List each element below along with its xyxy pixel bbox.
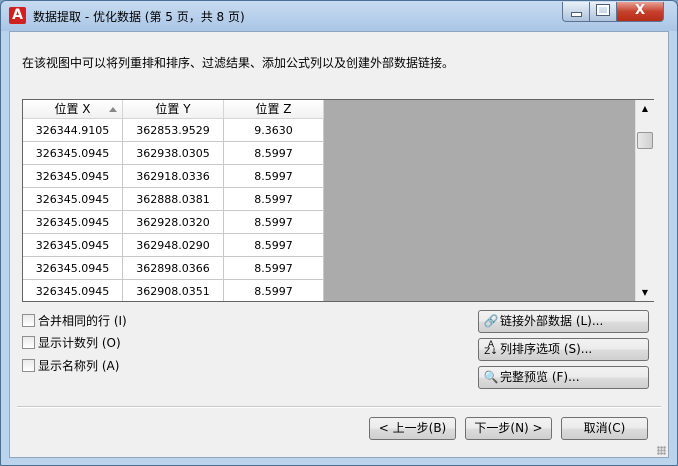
cell-x[interactable]: 326345.0945 bbox=[23, 142, 123, 165]
back-button[interactable]: < 上一步(B) bbox=[369, 417, 456, 440]
cell-x[interactable]: 326344.9105 bbox=[23, 119, 123, 142]
scroll-thumb[interactable] bbox=[637, 132, 653, 149]
column-header-y[interactable]: 位置 Y bbox=[123, 100, 224, 119]
page-description: 在该视图中可以将列重排和排序、过滤结果、添加公式列以及创建外部数据链接。 bbox=[22, 56, 455, 70]
dialog-body: 在该视图中可以将列重排和排序、过滤结果、添加公式列以及创建外部数据链接。 位置 … bbox=[9, 31, 669, 458]
maximize-button[interactable] bbox=[589, 2, 617, 22]
cell-x[interactable]: 326345.0945 bbox=[23, 257, 123, 280]
checkbox-box[interactable] bbox=[22, 336, 35, 349]
vertical-scrollbar[interactable]: ▲ ▼ bbox=[635, 100, 654, 301]
resize-grip-icon[interactable] bbox=[657, 446, 666, 455]
link-icon: 🔗 bbox=[483, 314, 499, 328]
cell-z[interactable]: 8.5997 bbox=[224, 257, 324, 280]
cell-y[interactable]: 362853.9529 bbox=[123, 119, 224, 142]
cell-x[interactable]: 326345.0945 bbox=[23, 211, 123, 234]
maximize-icon bbox=[596, 4, 610, 16]
scroll-up-icon[interactable]: ▲ bbox=[636, 100, 654, 117]
button-label: 列排序选项 (S)... bbox=[500, 342, 593, 356]
cell-z[interactable]: 8.5997 bbox=[224, 142, 324, 165]
column-header-label: 位置 Z bbox=[255, 102, 292, 116]
checkbox-label: 显示计数列 (O) bbox=[38, 336, 121, 350]
cell-y[interactable]: 362898.0366 bbox=[123, 257, 224, 280]
autocad-app-icon: A bbox=[9, 7, 26, 24]
table-row[interactable]: 326345.0945 362888.0381 8.5997 bbox=[23, 188, 324, 211]
magnifier-icon: 🔍 bbox=[483, 370, 499, 384]
table-row[interactable]: 326345.0945 362928.0320 8.5997 bbox=[23, 211, 324, 234]
column-header-z[interactable]: 位置 Z bbox=[224, 100, 324, 119]
cell-z[interactable]: 8.5997 bbox=[224, 234, 324, 257]
minimize-button[interactable] bbox=[562, 2, 590, 22]
close-button[interactable]: X bbox=[616, 2, 664, 22]
table-row[interactable]: 326344.9105 362853.9529 9.3630 bbox=[23, 119, 324, 142]
cell-z[interactable]: 9.3630 bbox=[224, 119, 324, 142]
table-row[interactable]: 326345.0945 362908.0351 8.5997 bbox=[23, 280, 324, 301]
cell-y[interactable]: 362948.0290 bbox=[123, 234, 224, 257]
button-label: 链接外部数据 (L)... bbox=[500, 314, 604, 328]
cell-z[interactable]: 8.5997 bbox=[224, 211, 324, 234]
cell-y[interactable]: 362928.0320 bbox=[123, 211, 224, 234]
cell-x[interactable]: 326345.0945 bbox=[23, 188, 123, 211]
cell-x[interactable]: 326345.0945 bbox=[23, 165, 123, 188]
table-row[interactable]: 326345.0945 362938.0305 8.5997 bbox=[23, 142, 324, 165]
table-row[interactable]: 326345.0945 362918.0336 8.5997 bbox=[23, 165, 324, 188]
cell-y[interactable]: 362888.0381 bbox=[123, 188, 224, 211]
checkbox-box[interactable] bbox=[22, 359, 35, 372]
column-sort-options-button[interactable]: A Z↓ 列排序选项 (S)... bbox=[478, 338, 649, 361]
button-label: 完整预览 (F)... bbox=[500, 370, 580, 384]
table-row[interactable]: 326345.0945 362948.0290 8.5997 bbox=[23, 234, 324, 257]
cell-y[interactable]: 362908.0351 bbox=[123, 280, 224, 301]
scroll-down-icon[interactable]: ▼ bbox=[636, 284, 654, 301]
sort-az-icon: A Z↓ bbox=[484, 340, 498, 357]
cell-x[interactable]: 326345.0945 bbox=[23, 234, 123, 257]
checkbox-label: 合并相同的行 (I) bbox=[38, 314, 127, 328]
data-grid: 位置 X 位置 Y 位置 Z 326344.9105 362853.9529 9… bbox=[22, 99, 654, 302]
data-grid-table: 位置 X 位置 Y 位置 Z 326344.9105 362853.9529 9… bbox=[23, 100, 324, 301]
column-header-x[interactable]: 位置 X bbox=[23, 100, 123, 119]
cell-y[interactable]: 362918.0336 bbox=[123, 165, 224, 188]
close-icon: X bbox=[634, 3, 646, 18]
column-header-label: 位置 Y bbox=[155, 102, 191, 116]
checkbox-label: 显示名称列 (A) bbox=[38, 359, 120, 373]
link-external-data-button[interactable]: 🔗 链接外部数据 (L)... bbox=[478, 310, 649, 333]
title-bar[interactable]: A 数据提取 - 优化数据 (第 5 页，共 8 页) X bbox=[1, 1, 677, 31]
window-title: 数据提取 - 优化数据 (第 5 页，共 8 页) bbox=[33, 10, 245, 24]
checkbox-box[interactable] bbox=[22, 314, 35, 327]
cell-z[interactable]: 8.5997 bbox=[224, 188, 324, 211]
table-row[interactable]: 326345.0945 362898.0366 8.5997 bbox=[23, 257, 324, 280]
full-preview-button[interactable]: 🔍 完整预览 (F)... bbox=[478, 366, 649, 389]
footer-divider bbox=[17, 406, 661, 408]
cell-z[interactable]: 8.5997 bbox=[224, 165, 324, 188]
sort-ascending-icon bbox=[109, 107, 117, 112]
next-button[interactable]: 下一步(N) > bbox=[465, 417, 552, 440]
column-header-label: 位置 X bbox=[54, 102, 91, 116]
dialog-window: A 数据提取 - 优化数据 (第 5 页，共 8 页) X 在该视图中可以将列重… bbox=[0, 0, 678, 466]
minimize-icon bbox=[570, 12, 582, 17]
cell-y[interactable]: 362938.0305 bbox=[123, 142, 224, 165]
cancel-button[interactable]: 取消(C) bbox=[561, 417, 648, 440]
cell-z[interactable]: 8.5997 bbox=[224, 280, 324, 301]
cell-x[interactable]: 326345.0945 bbox=[23, 280, 123, 301]
